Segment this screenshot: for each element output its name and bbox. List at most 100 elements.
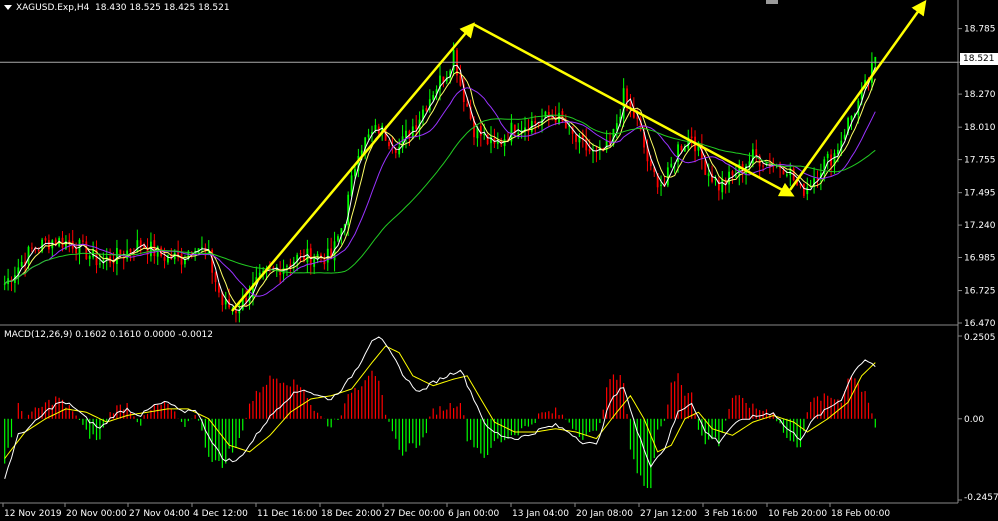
candle-body: [27, 246, 30, 264]
macd-tick-label: 0.2505: [964, 333, 996, 343]
time-tick-label: 11 Dec 16:00: [257, 509, 318, 519]
time-tick-label: 13 Jan 04:00: [512, 509, 569, 519]
candle-body: [826, 153, 829, 159]
candle-body: [459, 75, 462, 86]
candle-body: [636, 117, 639, 119]
price-panel: [3, 42, 877, 323]
candle-body: [425, 108, 428, 111]
candle-body: [394, 149, 397, 153]
candle-body: [503, 139, 506, 147]
candle-body: [721, 179, 724, 193]
candle-body: [670, 163, 673, 167]
time-tick-label: 18 Feb 00:00: [831, 509, 890, 519]
candle-body: [731, 171, 734, 175]
time-tick-label: 4 Dec 12:00: [193, 509, 248, 519]
candle-body: [214, 272, 217, 283]
candle-body: [666, 167, 669, 186]
candle-body: [432, 95, 435, 100]
candle-body: [99, 263, 101, 265]
candle-body: [517, 132, 520, 134]
ma-long-line: [4, 114, 876, 285]
price-tick-label: 18.010: [964, 123, 996, 133]
candle-body: [309, 248, 312, 266]
candle-body: [75, 248, 78, 254]
candle-body: [585, 138, 588, 151]
price-tick-label: 17.495: [964, 189, 996, 199]
candle-body: [680, 145, 683, 151]
candle-body: [802, 183, 805, 196]
time-tick-label: 27 Dec 00:00: [384, 509, 445, 519]
candle-body: [762, 165, 764, 167]
candle-body: [660, 184, 662, 186]
price-tick-label: 17.240: [964, 221, 996, 231]
price-tick-label: 17.755: [964, 156, 996, 166]
candle-body: [299, 253, 302, 255]
candle-body: [44, 238, 47, 241]
trend-arrow-1: [231, 22, 475, 312]
price-chart[interactable]: 18.785 18.521 18.270 18.010 17.755 17.495 17.2…: [0, 0, 998, 521]
trend-arrow-3: [788, 0, 927, 191]
candle-body: [85, 241, 88, 260]
macd-panel: [4, 336, 876, 489]
price-tick-label: 16.470: [964, 319, 996, 329]
candle-body: [326, 248, 329, 263]
candle-body: [415, 125, 418, 130]
price-tick-label: 16.985: [964, 254, 996, 264]
time-tick-label: 18 Dec 20:00: [321, 509, 382, 519]
ma-slow-line: [4, 87, 876, 297]
candle-body: [575, 134, 577, 142]
candle-body: [707, 173, 710, 177]
trend-arrows: [231, 0, 927, 312]
candle-body: [734, 175, 737, 177]
price-tick-label: 18.270: [964, 90, 996, 100]
candle-body: [129, 248, 132, 253]
candle-body: [167, 254, 169, 263]
candle-body: [88, 255, 91, 259]
candle-body: [82, 240, 84, 242]
time-tick-label: 6 Jan 00:00: [448, 509, 500, 519]
candle-body: [496, 141, 499, 144]
candle-body: [388, 142, 390, 147]
time-tick-label: 20 Jan 08:00: [576, 509, 633, 519]
price-tick-label: 16.725: [964, 287, 996, 297]
candle-body: [782, 170, 785, 175]
trend-arrow-2: [472, 22, 795, 197]
candle-body: [374, 125, 377, 131]
candle-body: [337, 236, 339, 241]
candle-body: [116, 248, 118, 265]
candle-body: [136, 240, 139, 252]
current-price-label: 18.521: [960, 53, 998, 65]
time-tick-label: 10 Feb 20:00: [768, 509, 827, 519]
candle-body: [534, 121, 537, 124]
time-tick-label: 27 Jan 12:00: [640, 509, 697, 519]
candle-body: [850, 115, 853, 120]
candle-body: [37, 250, 40, 252]
time-tick-label: 3 Feb 16:00: [704, 509, 758, 519]
candle-body: [354, 169, 356, 177]
candle-body: [180, 253, 183, 265]
candle-body: [785, 174, 788, 176]
ma-fast-line: [4, 64, 876, 312]
candle-body: [282, 268, 285, 274]
time-tick-label: 12 Nov 2019: [4, 509, 62, 519]
candle-body: [626, 88, 628, 103]
candle-body: [235, 310, 237, 314]
candle-body: [286, 265, 288, 267]
candle-body: [629, 102, 632, 107]
axes: 18.785 18.521 18.270 18.010 17.755 17.495 17.2…: [0, 0, 998, 519]
candle-body: [690, 136, 693, 139]
macd-tick-label: -0.2457: [964, 493, 998, 503]
time-tick-label: 27 Nov 04:00: [129, 509, 190, 519]
candle-body: [649, 160, 652, 167]
candle-body: [615, 123, 618, 130]
candle-body: [367, 134, 370, 138]
candle-body: [479, 125, 482, 136]
candle-body: [704, 160, 707, 175]
candle-body: [163, 257, 166, 261]
candle-body: [48, 240, 50, 250]
candle-body: [466, 103, 469, 107]
macd-signal-line: [4, 345, 876, 459]
ma-mid-line: [4, 71, 876, 308]
candle-body: [806, 187, 809, 195]
candle-body: [201, 247, 203, 249]
